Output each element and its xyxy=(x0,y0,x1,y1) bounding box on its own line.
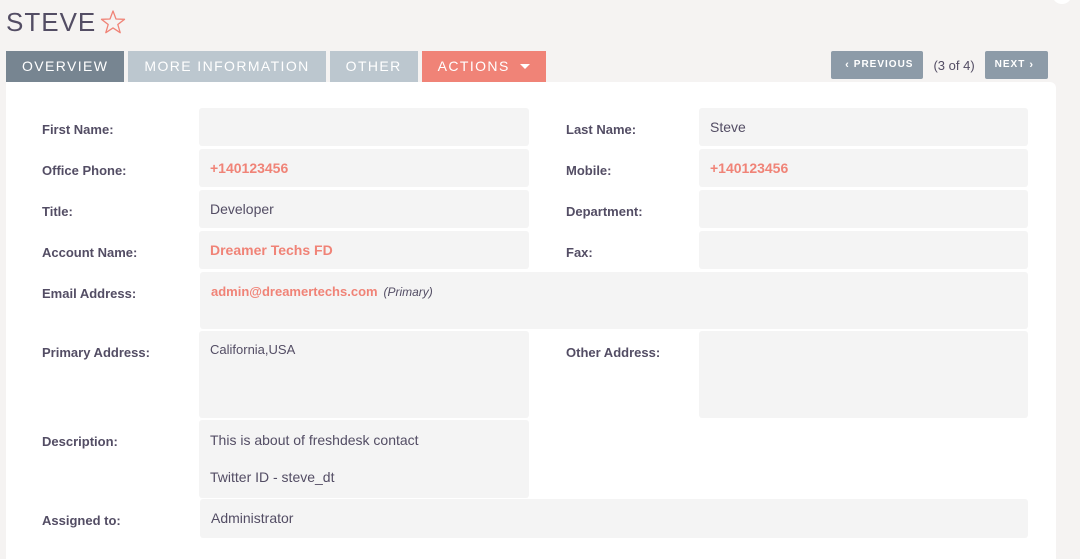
title-text: Developer xyxy=(210,201,274,217)
title-value[interactable]: Developer xyxy=(199,190,529,228)
assigned-to-value[interactable]: Administrator xyxy=(200,499,1028,538)
account-name-label: Account Name: xyxy=(42,245,138,260)
title-label: Title: xyxy=(42,204,73,219)
mobile-value: +140123456 xyxy=(699,149,1028,187)
last-name-text: Steve xyxy=(710,119,746,135)
mobile-label: Mobile: xyxy=(566,163,612,178)
other-address-label: Other Address: xyxy=(566,345,661,360)
account-name-link[interactable]: Dreamer Techs FD xyxy=(210,242,333,258)
first-name-label: First Name: xyxy=(42,122,114,137)
page-title: STEVE xyxy=(6,6,97,37)
previous-label: PREVIOUS xyxy=(853,59,914,70)
record-pager: ‹ PREVIOUS (3 of 4) NEXT › xyxy=(831,51,1048,79)
actions-label: ACTIONS xyxy=(437,58,510,74)
tab-overview[interactable]: OVERVIEW xyxy=(6,51,125,82)
office-phone-value: +140123456 xyxy=(199,149,529,187)
detail-tabs: OVERVIEW MORE INFORMATION OTHER ACTIONS xyxy=(6,51,550,82)
next-label: NEXT xyxy=(994,59,1026,70)
last-name-label: Last Name: xyxy=(566,122,637,137)
other-address-value[interactable] xyxy=(699,331,1028,418)
primary-address-value[interactable]: California,USA xyxy=(199,331,529,418)
description-line: Twitter ID - steve_dt xyxy=(210,469,335,485)
department-value[interactable] xyxy=(699,190,1028,228)
tab-more-information[interactable]: MORE INFORMATION xyxy=(128,51,326,82)
previous-button[interactable]: ‹ PREVIOUS xyxy=(831,51,924,79)
record-position: (3 of 4) xyxy=(933,57,975,73)
email-value: admin@dreamertechs.com (Primary) xyxy=(200,272,1028,329)
window-corner xyxy=(1052,0,1072,4)
star-outline-icon[interactable] xyxy=(100,9,126,35)
record-header: STEVE xyxy=(6,2,126,42)
actions-menu-button[interactable]: ACTIONS xyxy=(421,51,546,82)
email-label: Email Address: xyxy=(42,286,137,301)
office-phone-label: Office Phone: xyxy=(42,163,127,178)
primary-address-text: California,USA xyxy=(210,342,296,357)
overview-panel: First Name: Last Name: Steve Office Phon… xyxy=(6,82,1056,559)
description-value[interactable]: This is about of freshdesk contact Twitt… xyxy=(199,420,529,498)
chevron-left-icon: ‹ xyxy=(845,59,850,71)
last-name-value[interactable]: Steve xyxy=(699,108,1028,146)
next-button[interactable]: NEXT › xyxy=(984,51,1048,79)
first-name-value[interactable] xyxy=(199,108,529,146)
fax-label: Fax: xyxy=(566,245,593,260)
assigned-to-label: Assigned to: xyxy=(42,513,121,528)
email-primary-note: (Primary) xyxy=(383,285,433,299)
description-label: Description: xyxy=(42,434,118,449)
tab-other[interactable]: OTHER xyxy=(329,51,418,82)
department-label: Department: xyxy=(566,204,643,219)
chevron-right-icon: › xyxy=(1029,59,1034,71)
description-line: This is about of freshdesk contact xyxy=(210,432,419,448)
caret-down-icon xyxy=(519,64,530,69)
email-link[interactable]: admin@dreamertechs.com xyxy=(211,284,378,299)
office-phone-link[interactable]: +140123456 xyxy=(210,160,288,176)
account-name-value: Dreamer Techs FD xyxy=(199,231,529,269)
mobile-link[interactable]: +140123456 xyxy=(710,160,788,176)
assigned-to-text: Administrator xyxy=(211,510,294,526)
fax-value[interactable] xyxy=(699,231,1028,269)
primary-address-label: Primary Address: xyxy=(42,345,150,360)
